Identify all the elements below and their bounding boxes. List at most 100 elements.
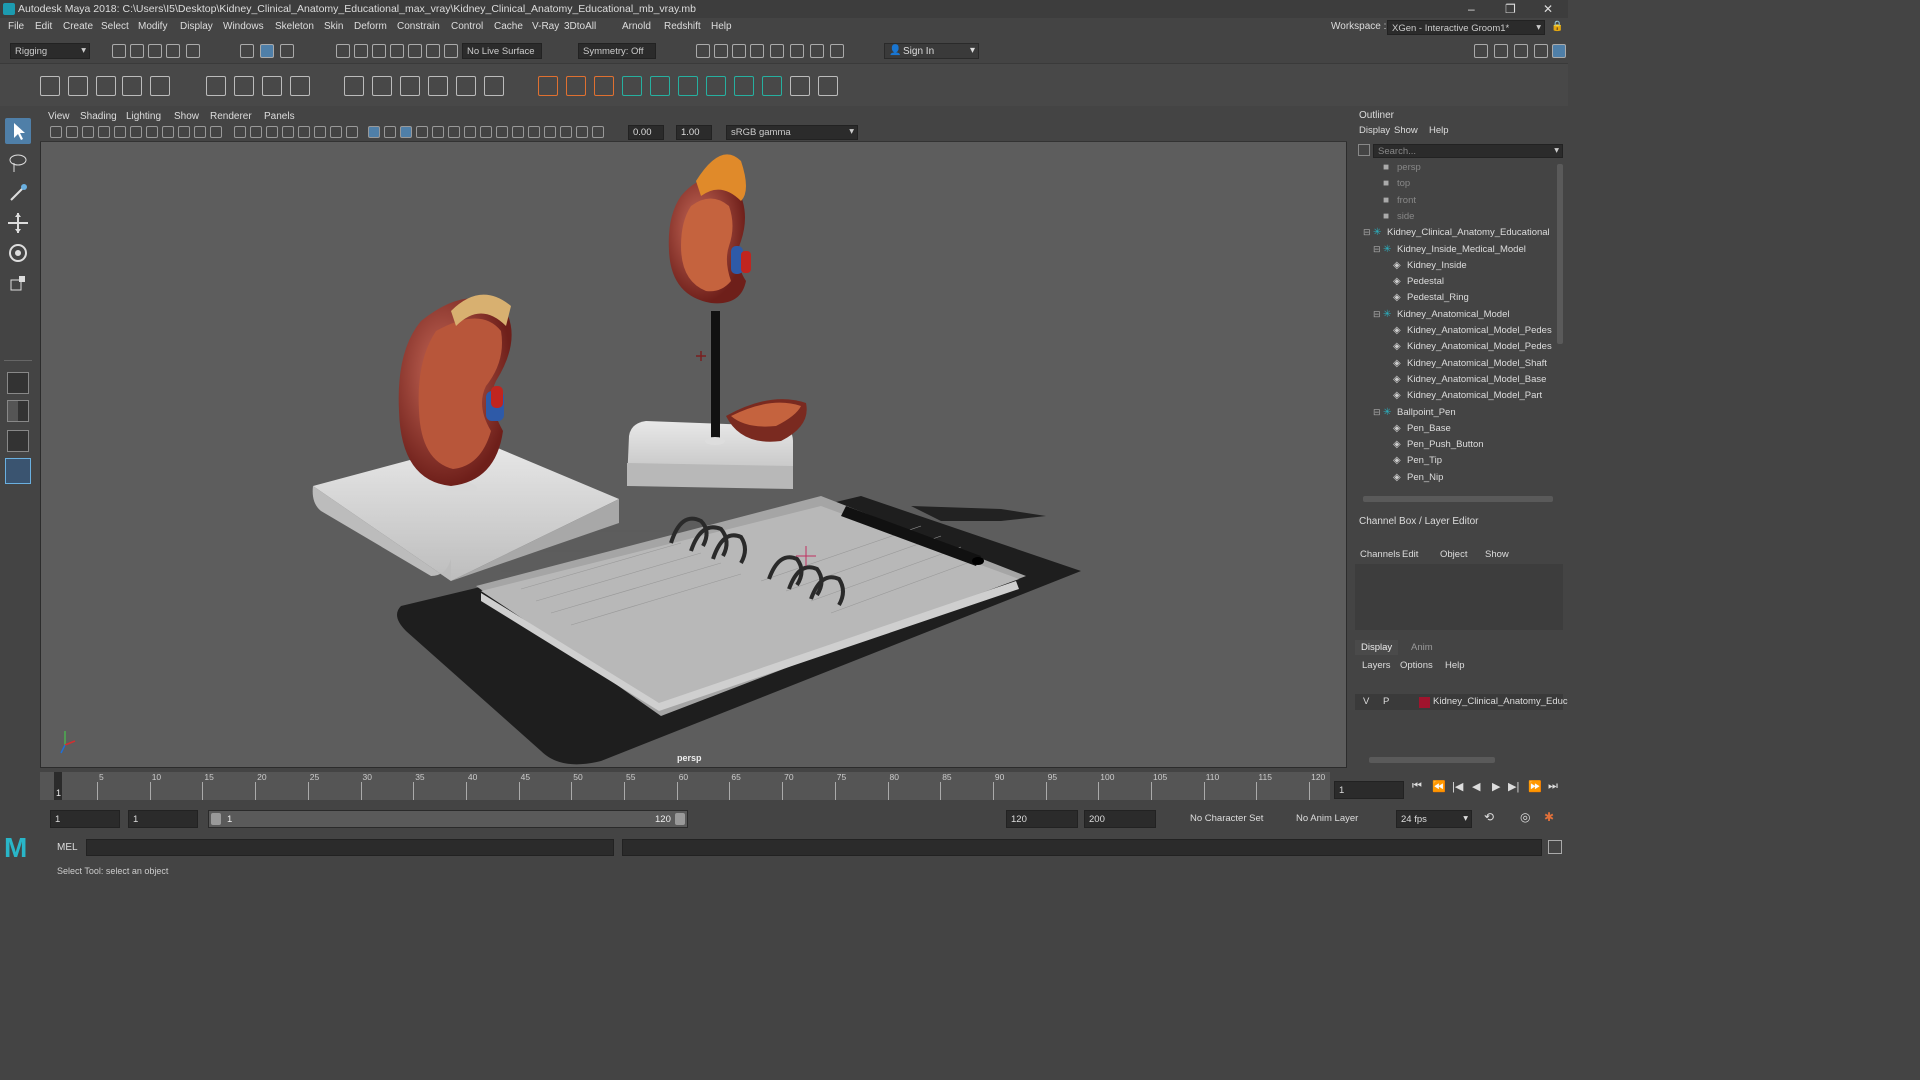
layer-hscrollbar[interactable]	[1369, 757, 1495, 763]
close-icon[interactable]: ✕	[1543, 2, 1553, 16]
open-scene-icon[interactable]	[130, 44, 144, 58]
snap-point-icon[interactable]	[372, 44, 386, 58]
menu-arnold[interactable]: Arnold	[622, 21, 651, 32]
step-forward-key-icon[interactable]: ⏩	[1528, 780, 1542, 793]
menu-create[interactable]: Create	[63, 21, 93, 32]
viewport-tool-icon[interactable]	[368, 126, 380, 138]
aim-constraint-icon[interactable]	[566, 76, 586, 96]
viewport-tool-icon[interactable]	[234, 126, 246, 138]
outliner-item[interactable]: ◈ Kidney_Anatomical_Model_Pedes	[1351, 323, 1556, 339]
outliner-item[interactable]: ◈ Kidney_Anatomical_Model_Pedes	[1351, 339, 1556, 355]
viewport-tool-icon[interactable]	[480, 126, 492, 138]
channel-box-toggle-icon[interactable]	[1552, 44, 1566, 58]
layer-menu-layers[interactable]: Layers	[1362, 660, 1391, 671]
parent-constraint-icon[interactable]	[594, 76, 614, 96]
outliner-item[interactable]: ◈ Kidney_Anatomical_Model_Part	[1351, 388, 1556, 404]
sign-in-button[interactable]: 👤 Sign In ▾	[884, 43, 979, 59]
playback-end-field[interactable]: 120	[1006, 810, 1078, 828]
viewport-tool-icon[interactable]	[210, 126, 222, 138]
outliner-scrollbar[interactable]	[1557, 164, 1563, 344]
color-space-dropdown[interactable]: sRGB gamma ▾	[726, 125, 858, 140]
channelbox-menu-edit[interactable]: Edit	[1402, 549, 1418, 560]
viewport-tool-icon[interactable]	[266, 126, 278, 138]
orient-constraint-icon[interactable]	[650, 76, 670, 96]
viewport-tool-icon[interactable]	[592, 126, 604, 138]
viewport-menu-panels[interactable]: Panels	[264, 111, 295, 122]
channelbox-menu-object[interactable]: Object	[1440, 549, 1467, 560]
viewport-tool-icon[interactable]	[178, 126, 190, 138]
layer-menu-help[interactable]: Help	[1445, 660, 1465, 671]
time-slider[interactable]: 1 5 10 15 20 25 30 35 40 45 50 55 60 65 70 75 80 85 90 95 1…	[40, 772, 1330, 800]
layer-row[interactable]: V P Kidney_Clinical_Anatomy_Educ	[1355, 694, 1568, 710]
play-forward-icon[interactable]: ▶	[1492, 780, 1500, 793]
redo-icon[interactable]	[186, 44, 200, 58]
viewport-tool-icon[interactable]	[512, 126, 524, 138]
viewport-tool-icon[interactable]	[162, 126, 174, 138]
outliner-item[interactable]: ◈ Pedestal_Ring	[1351, 290, 1556, 306]
select-shelf-icon[interactable]	[40, 76, 60, 96]
viewport-menu-lighting[interactable]: Lighting	[126, 111, 161, 122]
viewport-menu-view[interactable]: View	[48, 111, 70, 122]
outliner-item[interactable]: ◈ Pen_Push_Button	[1351, 437, 1556, 453]
menu-edit[interactable]: Edit	[35, 21, 52, 32]
menu-v-ray[interactable]: V-Ray	[532, 21, 559, 32]
viewport-tool-icon[interactable]	[82, 126, 94, 138]
outliner-item[interactable]: ⊟ ✳ Ballpoint_Pen	[1351, 405, 1556, 421]
menu-deform[interactable]: Deform	[354, 21, 387, 32]
menu-redshift[interactable]: Redshift	[664, 21, 701, 32]
play-backward-icon[interactable]: ◀	[1472, 780, 1480, 793]
connect-joint-icon[interactable]	[484, 76, 504, 96]
range-slider-handle-right[interactable]	[675, 813, 685, 825]
menu-display[interactable]: Display	[180, 21, 213, 32]
viewport-menu-show[interactable]: Show	[174, 111, 199, 122]
tab-display[interactable]: Display	[1355, 640, 1399, 655]
restore-icon[interactable]: ❐	[1505, 2, 1516, 16]
viewport-tool-icon[interactable]	[448, 126, 460, 138]
attribute-editor-icon[interactable]	[1514, 44, 1528, 58]
go-to-end-icon[interactable]: ⏭	[1548, 780, 1558, 793]
viewport-tool-icon[interactable]	[528, 126, 540, 138]
menu-skin[interactable]: Skin	[324, 21, 343, 32]
menu-windows[interactable]: Windows	[223, 21, 264, 32]
rotate-tool-icon[interactable]	[5, 240, 31, 266]
mirror-joint-icon[interactable]	[372, 76, 392, 96]
new-scene-icon[interactable]	[112, 44, 126, 58]
single-view-icon[interactable]	[7, 372, 29, 394]
anim-layer-dropdown[interactable]: No Anim Layer	[1292, 810, 1380, 828]
preferences-icon[interactable]: ✱	[1544, 810, 1554, 824]
render-setup-icon[interactable]	[790, 44, 804, 58]
outliner-search-input[interactable]: Search... ▾	[1373, 144, 1563, 158]
tab-anim[interactable]: Anim	[1405, 640, 1439, 655]
viewport-tool-icon[interactable]	[66, 126, 78, 138]
lasso-tool-icon[interactable]	[5, 150, 31, 176]
viewport-tool-icon[interactable]	[146, 126, 158, 138]
layer-menu-options[interactable]: Options	[1400, 660, 1433, 671]
snap-menu-icon[interactable]	[444, 44, 458, 58]
viewport-tool-icon[interactable]	[50, 126, 62, 138]
outliner-item[interactable]: ◈ Kidney_Inside	[1351, 258, 1556, 274]
scene-start-field[interactable]: 1	[50, 810, 120, 828]
locator-icon[interactable]	[538, 76, 558, 96]
scale-constraint-icon[interactable]	[678, 76, 698, 96]
scene-end-field[interactable]: 200	[1084, 810, 1156, 828]
render-icon[interactable]	[714, 44, 728, 58]
viewport-tool-icon[interactable]	[384, 126, 396, 138]
outliner-item[interactable]: ■ side	[1351, 209, 1556, 225]
menu-set-dropdown[interactable]: Rigging ▾	[10, 43, 90, 59]
save-scene-icon[interactable]	[148, 44, 162, 58]
remove-joint-icon[interactable]	[456, 76, 476, 96]
step-forward-frame-icon[interactable]: ▶|	[1508, 780, 1519, 793]
lattice-icon[interactable]	[234, 76, 254, 96]
menu-file[interactable]: File	[8, 21, 24, 32]
expand-toggle-icon[interactable]: ⊟	[1373, 244, 1381, 255]
character-controls-icon[interactable]	[1494, 44, 1508, 58]
reroot-icon[interactable]	[428, 76, 448, 96]
current-frame-field[interactable]: 1	[1334, 781, 1404, 799]
viewport-menu-shading[interactable]: Shading	[80, 111, 117, 122]
two-view-icon[interactable]	[7, 430, 29, 452]
outliner-item[interactable]: ◈ Pedestal	[1351, 274, 1556, 290]
exposure-field[interactable]: 0.00	[628, 125, 664, 140]
ik-spline-icon[interactable]	[122, 76, 142, 96]
select-tool-icon[interactable]	[5, 118, 31, 144]
snap-live-icon[interactable]	[408, 44, 422, 58]
